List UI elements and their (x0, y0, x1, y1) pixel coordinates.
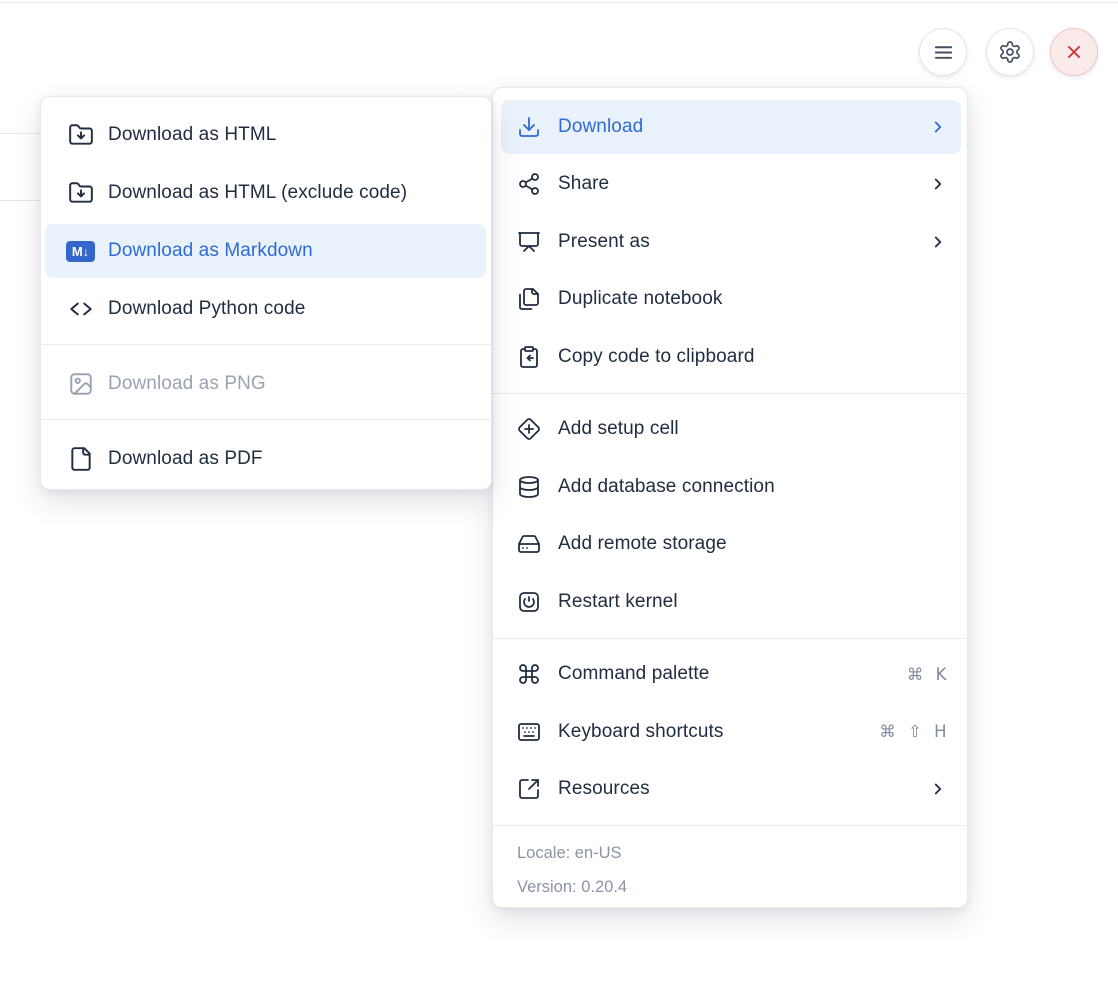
presentation-icon (517, 230, 541, 254)
menu-item-label: Copy code to clipboard (558, 346, 947, 368)
power-icon (517, 590, 541, 614)
version-text: Version: 0.20.4 (517, 870, 943, 904)
menu-item-add-setup-cell[interactable]: Add setup cell (493, 401, 967, 459)
menu-item-label: Download as PNG (108, 373, 471, 395)
menu-item-present-as[interactable]: Present as (493, 213, 967, 271)
menu-item-download[interactable]: Download (493, 98, 967, 156)
submenu-item-download-markdown[interactable]: M↓ Download as Markdown (41, 222, 491, 280)
menu-item-label: Present as (558, 231, 917, 253)
menu-item-copy-code[interactable]: Copy code to clipboard (493, 328, 967, 386)
menu-item-label: Download (558, 116, 917, 138)
menu-item-label: Command palette (558, 663, 907, 685)
menu-divider (493, 393, 967, 394)
submenu-item-download-pdf[interactable]: Download as PDF (41, 430, 491, 488)
settings-button[interactable] (986, 28, 1034, 76)
file-icon (66, 446, 95, 472)
database-icon (517, 475, 541, 499)
diamond-plus-icon (517, 417, 541, 441)
shortcut-hint: ⌘ K (907, 665, 947, 684)
share-icon (517, 172, 541, 196)
code-icon (66, 296, 95, 322)
menu-item-label: Download as HTML (exclude code) (108, 182, 471, 204)
menu-item-label: Download as PDF (108, 448, 471, 470)
chevron-right-icon (929, 175, 947, 193)
markdown-icon: M↓ (66, 238, 95, 264)
submenu-item-download-png: Download as PNG (41, 355, 491, 413)
menu-item-duplicate-notebook[interactable]: Duplicate notebook (493, 271, 967, 329)
menu-item-restart-kernel[interactable]: Restart kernel (493, 573, 967, 631)
submenu-item-download-html-exclude-code[interactable]: Download as HTML (exclude code) (41, 164, 491, 222)
menu-item-command-palette[interactable]: Command palette ⌘ K (493, 646, 967, 704)
menu-item-share[interactable]: Share (493, 156, 967, 214)
menu-divider (493, 638, 967, 639)
menu-item-label: Restart kernel (558, 591, 947, 613)
download-submenu: Download as HTML Download as HTML (exclu… (40, 96, 492, 490)
gear-icon (998, 40, 1022, 64)
menu-item-keyboard-shortcuts[interactable]: Keyboard shortcuts ⌘ ⇧ H (493, 703, 967, 761)
submenu-item-download-html[interactable]: Download as HTML (41, 106, 491, 164)
external-link-icon (517, 777, 541, 801)
notebook-menu-button[interactable] (919, 28, 967, 76)
menu-item-label: Add setup cell (558, 418, 947, 440)
locale-text: Locale: en-US (517, 836, 943, 870)
menu-item-label: Download Python code (108, 298, 471, 320)
menu-item-label: Add database connection (558, 476, 947, 498)
command-icon (517, 662, 541, 686)
image-icon (66, 371, 95, 397)
menu-footer: Locale: en-US Version: 0.20.4 (493, 833, 967, 904)
menu-item-label: Download as Markdown (108, 240, 471, 262)
duplicate-icon (517, 287, 541, 311)
menu-item-label: Add remote storage (558, 533, 947, 555)
menu-item-label: Resources (558, 778, 917, 800)
folder-down-icon (66, 122, 95, 148)
chevron-right-icon (929, 780, 947, 798)
submenu-item-download-python[interactable]: Download Python code (41, 280, 491, 338)
menu-divider (41, 344, 491, 345)
menu-item-add-remote-storage[interactable]: Add remote storage (493, 516, 967, 574)
notebook-actions-menu: Download Share Present as Duplicate note… (492, 87, 968, 908)
keyboard-icon (517, 720, 541, 744)
menu-item-label: Download as HTML (108, 124, 471, 146)
close-icon (1063, 41, 1085, 63)
hamburger-icon (932, 41, 955, 64)
menu-item-label: Share (558, 173, 917, 195)
close-app-button[interactable] (1050, 28, 1098, 76)
folder-down-icon (66, 180, 95, 206)
menu-divider (41, 419, 491, 420)
shortcut-hint: ⌘ ⇧ H (879, 722, 947, 741)
page-top-border (0, 2, 1118, 3)
menu-divider (493, 825, 967, 826)
hard-drive-icon (517, 532, 541, 556)
clipboard-copy-icon (517, 345, 541, 369)
menu-item-add-database-connection[interactable]: Add database connection (493, 458, 967, 516)
download-icon (517, 115, 541, 139)
chevron-right-icon (929, 118, 947, 136)
chevron-right-icon (929, 233, 947, 251)
menu-item-label: Keyboard shortcuts (558, 721, 879, 743)
menu-item-label: Duplicate notebook (558, 288, 947, 310)
menu-item-resources[interactable]: Resources (493, 761, 967, 819)
